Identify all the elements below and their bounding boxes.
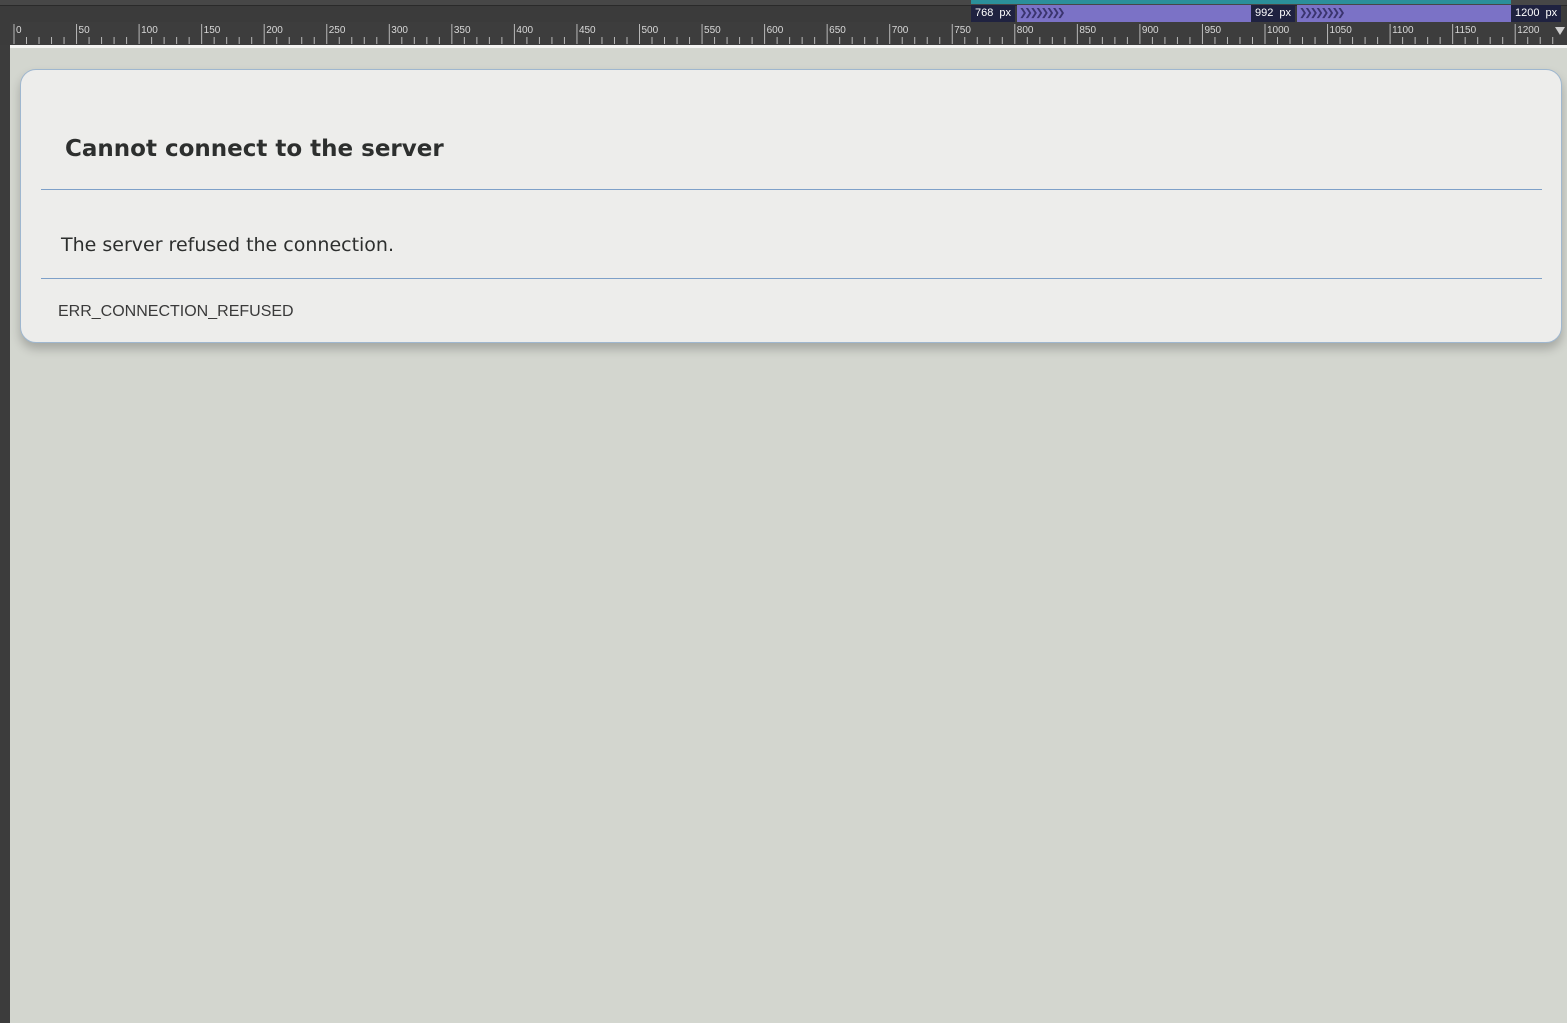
ruler-tick-label: 100 (141, 25, 158, 36)
horizontal-ruler[interactable]: 0 50 100 150 200 250 300 350 400 450 500 550 600 650 7… (10, 22, 1567, 45)
breakpoint-unit: px (1545, 7, 1558, 19)
left-panel-edge (0, 0, 10, 1023)
ruler-tick-label: 700 (892, 25, 909, 36)
breakpoint-unit: px (999, 7, 1011, 19)
ruler-end-marker-icon[interactable] (1555, 27, 1565, 35)
breakpoint-label[interactable]: 992 px (1251, 5, 1295, 22)
ruler-tick-label: 50 (79, 25, 91, 36)
ruler-tick-label: 950 (1204, 25, 1221, 36)
ruler-tick-label: 750 (954, 25, 971, 36)
error-message: The server refused the connection. (61, 234, 395, 256)
ruler-tick-label: 250 (329, 25, 346, 36)
ruler-tick-label: 0 (16, 25, 22, 36)
chevron-right-icon: ❯❯❯❯❯❯❯❯ (1299, 5, 1345, 21)
ruler-tick-label: 450 (579, 25, 596, 36)
breakpoint-value: 992 (1255, 7, 1274, 19)
breakpoint-label[interactable]: 1200 px (1511, 5, 1562, 22)
ruler-tick-label: 900 (1142, 25, 1159, 36)
ruler-tick-label: 1100 (1392, 25, 1414, 36)
responsive-toolbar: ❯❯❯❯❯❯❯❯ ❯❯❯❯❯❯❯❯ 768 px 992 px 1200 px 0 50… (0, 0, 1567, 45)
ruler-tick-label: 350 (454, 25, 471, 36)
ruler-tick-label: 400 (516, 25, 533, 36)
error-code: ERR_CONNECTION_REFUSED (58, 303, 294, 320)
ruler-scale: 0 50 100 150 200 250 300 350 400 450 500 550 600 650 7… (13, 24, 1554, 44)
error-card: Cannot connect to the server The server … (20, 69, 1562, 343)
ruler-tick-label: 550 (704, 25, 721, 36)
breakpoint-bar-992[interactable]: ❯❯❯❯❯❯❯❯ (1297, 5, 1511, 22)
ruler-tick-label: 1200 (1517, 25, 1540, 36)
breakpoint-unit: px (1279, 7, 1291, 19)
ruler-tick-label: 500 (642, 25, 659, 36)
media-query-bar-teal[interactable] (971, 0, 1511, 4)
ruler-tick-label: 1150 (1455, 25, 1477, 36)
ruler-tick-label: 300 (391, 25, 408, 36)
ruler-tick-label: 800 (1017, 25, 1034, 36)
breakpoint-value: 1200 (1515, 7, 1540, 19)
breakpoint-bar-768[interactable]: ❯❯❯❯❯❯❯❯ (1017, 5, 1251, 22)
divider (41, 278, 1542, 279)
ruler-tick-label: 1050 (1330, 25, 1353, 36)
divider (41, 189, 1542, 190)
error-title: Cannot connect to the server (65, 136, 444, 162)
ruler-tick-label: 200 (266, 25, 283, 36)
ruler-tick-label: 850 (1079, 25, 1096, 36)
ruler-tick-label: 650 (829, 25, 846, 36)
ruler-tick-label: 600 (767, 25, 784, 36)
ruler-tick-label: 150 (204, 25, 221, 36)
breakpoint-value: 768 (975, 7, 994, 19)
breakpoint-label[interactable]: 768 px (971, 5, 1015, 22)
ruler-tick-label: 1000 (1267, 25, 1290, 36)
chevron-right-icon: ❯❯❯❯❯❯❯❯ (1019, 5, 1065, 21)
viewport-top-edge (10, 45, 1567, 48)
